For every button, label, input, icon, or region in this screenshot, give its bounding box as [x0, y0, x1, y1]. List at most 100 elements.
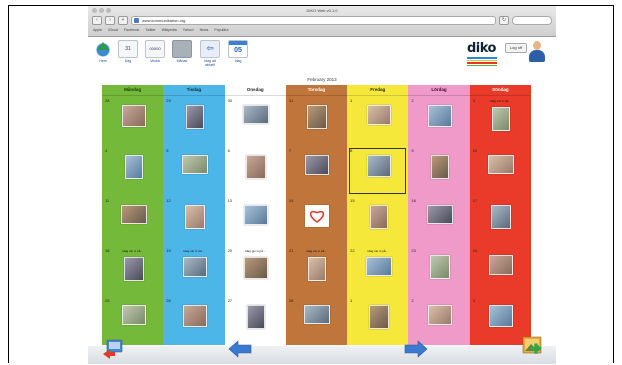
day-cell[interactable]: 8	[347, 146, 408, 196]
day-cell[interactable]: 31	[286, 96, 347, 146]
day-cell[interactable]: 3 Idag var vi på...	[470, 96, 531, 146]
day-cell[interactable]: 20 Idag gjo vi på...	[225, 246, 286, 296]
logout-button[interactable]: Log off	[505, 43, 527, 53]
event-photo[interactable]	[243, 105, 270, 124]
browser-search-input[interactable]	[512, 16, 552, 25]
arrow-right-icon[interactable]	[404, 340, 428, 358]
event-photo[interactable]	[182, 257, 207, 277]
zoom-window-icon[interactable]	[106, 8, 111, 13]
event-photo[interactable]	[244, 257, 269, 279]
bookmark-item[interactable]: Populära	[214, 26, 228, 34]
event-photo[interactable]	[427, 205, 454, 224]
home-button[interactable]: Hem	[92, 40, 114, 63]
browser-share-button[interactable]: +	[118, 16, 128, 25]
event-photo[interactable]	[305, 205, 330, 227]
event-photo[interactable]	[488, 155, 515, 174]
event-photo[interactable]	[244, 205, 269, 225]
day-cell[interactable]: 7	[286, 146, 347, 196]
event-photo[interactable]	[120, 205, 147, 224]
day-cell[interactable]: 12	[163, 196, 224, 246]
day-cell[interactable]: 16	[408, 196, 469, 246]
bookmark-item[interactable]: Facebook	[124, 26, 139, 34]
bookmark-item[interactable]: Wikipedia	[162, 26, 177, 34]
event-photo[interactable]	[428, 105, 453, 127]
day-cell[interactable]: 21 Idag var vi på...	[286, 246, 347, 296]
calendar-icon: 05	[228, 40, 248, 58]
browser-back-button[interactable]: ‹	[92, 16, 102, 25]
user-avatar-icon[interactable]	[528, 41, 546, 63]
day-cell[interactable]: 29	[163, 96, 224, 146]
day-cell[interactable]: 26	[163, 296, 224, 346]
event-photo[interactable]	[305, 155, 330, 175]
day-cell[interactable]: 5	[163, 146, 224, 196]
day-cell[interactable]: 13	[225, 196, 286, 246]
event-photo[interactable]	[184, 205, 205, 229]
event-photo[interactable]	[366, 105, 391, 125]
close-window-icon[interactable]	[92, 8, 97, 13]
previous-button[interactable]: ⇦ Idag att aktuell	[199, 40, 221, 67]
event-photo[interactable]	[123, 257, 144, 281]
browser-forward-button[interactable]: ›	[105, 16, 115, 25]
bookmark-item[interactable]: News	[200, 26, 209, 34]
day-number: 12	[166, 198, 171, 203]
day-cell[interactable]: 15	[347, 196, 408, 246]
reload-button[interactable]: ↻	[499, 16, 509, 25]
day-cell[interactable]: 18 Idag var vi på...	[102, 246, 163, 296]
event-photo[interactable]	[430, 255, 451, 279]
bookmark-item[interactable]: iCloud	[108, 26, 118, 34]
event-photo[interactable]	[121, 305, 146, 325]
day-cell[interactable]: 22 Idag var vi på...	[347, 246, 408, 296]
event-photo[interactable]	[491, 205, 512, 229]
event-photo[interactable]	[181, 155, 208, 174]
day-cell[interactable]: 2	[408, 96, 469, 146]
back-icon[interactable]	[102, 338, 124, 360]
event-photo[interactable]	[124, 155, 143, 179]
event-photo[interactable]	[428, 305, 453, 325]
day-cell[interactable]: 30	[225, 96, 286, 146]
day-cell[interactable]: 1	[347, 296, 408, 346]
day-cell[interactable]: 28	[102, 96, 163, 146]
bookmark-item[interactable]: Yahoo!	[183, 26, 194, 34]
day-cell[interactable]: 4	[102, 146, 163, 196]
day-cell[interactable]: 23	[408, 246, 469, 296]
minimize-window-icon[interactable]	[99, 8, 104, 13]
arrow-left-icon[interactable]	[228, 340, 252, 358]
event-photo[interactable]	[246, 155, 267, 179]
event-photo[interactable]	[365, 257, 392, 276]
address-bar[interactable]: www.kommunikation.org	[131, 16, 496, 25]
day-column: Söndag 3 Idag var vi på... 10 17 24 3	[469, 85, 531, 345]
event-photo[interactable]	[431, 155, 450, 179]
event-photo[interactable]	[308, 257, 327, 281]
event-photo[interactable]	[489, 255, 514, 275]
event-photo[interactable]	[369, 205, 388, 229]
month-label: Månad	[176, 59, 188, 63]
event-photo[interactable]	[492, 107, 511, 131]
day-cell[interactable]: 17	[470, 196, 531, 246]
event-photo[interactable]	[304, 305, 331, 324]
day-view-button[interactable]: 31 Dag	[117, 40, 139, 63]
add-photo-icon[interactable]	[522, 336, 546, 360]
bookmark-item[interactable]: Twitter	[145, 26, 155, 34]
event-photo[interactable]	[307, 105, 328, 129]
day-cell[interactable]: 28	[286, 296, 347, 346]
event-photo[interactable]	[368, 305, 389, 329]
event-photo[interactable]	[185, 105, 204, 129]
day-cell[interactable]: 10	[470, 146, 531, 196]
day-cell[interactable]: 14	[286, 196, 347, 246]
event-photo[interactable]	[121, 105, 146, 127]
day-cell[interactable]: 1	[347, 96, 408, 146]
day-cell[interactable]: 24	[470, 246, 531, 296]
event-photo[interactable]	[247, 305, 266, 329]
bookmark-item[interactable]: Apple	[93, 26, 102, 34]
day-cell[interactable]: 19 Idag var vi vid...	[163, 246, 224, 296]
day-cell[interactable]: 9	[408, 146, 469, 196]
day-cell[interactable]: 6	[225, 146, 286, 196]
day-cell[interactable]: 27	[225, 296, 286, 346]
event-photo[interactable]	[182, 305, 207, 327]
day-cell[interactable]: 11	[102, 196, 163, 246]
today-button[interactable]: 05 Idag	[227, 40, 249, 63]
week-view-button[interactable]: 00000 Vecka	[144, 40, 166, 63]
event-photo[interactable]	[489, 305, 514, 327]
month-view-button[interactable]: Månad	[171, 40, 193, 63]
day-cell[interactable]: 2	[408, 296, 469, 346]
